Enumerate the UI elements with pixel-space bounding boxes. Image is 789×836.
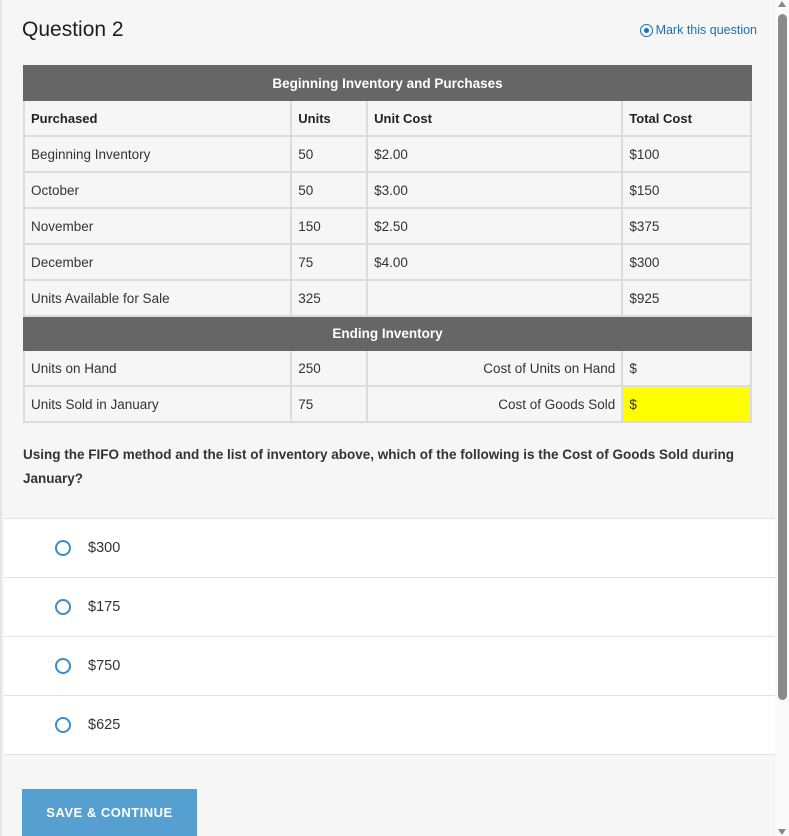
row-label: December xyxy=(22,243,293,281)
table-row: Beginning Inventory 50 $2.00 $100 xyxy=(22,135,752,173)
cost-of-goods-sold-label: Cost of Goods Sold xyxy=(366,385,624,423)
cost-units-on-hand-label: Cost of Units on Hand xyxy=(366,349,624,387)
row-unit-cost: $4.00 xyxy=(366,243,624,281)
scrollbar-thumb[interactable] xyxy=(778,14,787,700)
scroll-down-arrow-icon[interactable] xyxy=(778,829,786,835)
row-label: Units Available for Sale xyxy=(22,279,293,317)
answer-label: $750 xyxy=(88,658,121,674)
column-header-purchased: Purchased xyxy=(22,99,293,137)
cost-units-on-hand-value: $ xyxy=(621,349,752,387)
row-units: 150 xyxy=(290,207,369,245)
scroll-up-arrow-icon[interactable] xyxy=(778,1,786,7)
row-units: 50 xyxy=(290,135,369,173)
answer-option[interactable]: $175 xyxy=(4,578,775,637)
row-total-cost: $300 xyxy=(621,243,752,281)
table-row: November 150 $2.50 $375 xyxy=(22,207,752,245)
row-unit-cost xyxy=(366,279,624,317)
cost-of-goods-sold-value: $ xyxy=(621,385,752,423)
row-units: 325 xyxy=(290,279,369,317)
ending-row-label: Units on Hand xyxy=(22,349,293,387)
answer-option[interactable]: $300 xyxy=(4,519,775,578)
ending-row-label: Units Sold in January xyxy=(22,385,293,423)
table-row: October 50 $3.00 $150 xyxy=(22,171,752,209)
row-total-cost: $925 xyxy=(621,279,752,317)
answer-label: $625 xyxy=(88,717,121,733)
column-header-units: Units xyxy=(290,99,369,137)
mark-question-link[interactable]: Mark this question xyxy=(639,23,757,37)
section-header-row: Ending Inventory xyxy=(23,315,752,351)
ending-row: Units Sold in January 75 Cost of Goods S… xyxy=(22,385,752,423)
column-header-unit-cost: Unit Cost xyxy=(366,99,624,137)
row-label: November xyxy=(22,207,293,245)
table-row-total: Units Available for Sale 325 $925 xyxy=(22,279,752,317)
answer-label: $300 xyxy=(88,540,121,556)
row-unit-cost: $3.00 xyxy=(366,171,624,209)
answer-option[interactable]: $625 xyxy=(4,696,775,755)
ending-row-units: 250 xyxy=(290,349,369,387)
question-page: Question 2 Mark this question Beginning … xyxy=(0,0,775,836)
row-units: 75 xyxy=(290,243,369,281)
inventory-table: Beginning Inventory and Purchases Purcha… xyxy=(22,65,752,423)
table-row: December 75 $4.00 $300 xyxy=(22,243,752,281)
answer-label: $175 xyxy=(88,599,121,615)
column-header-row: Purchased Units Unit Cost Total Cost xyxy=(22,99,752,137)
answer-option[interactable]: $750 xyxy=(4,637,775,696)
section-header-purchases: Beginning Inventory and Purchases xyxy=(23,65,752,101)
ending-row-units: 75 xyxy=(290,385,369,423)
row-label: October xyxy=(22,171,293,209)
row-unit-cost: $2.00 xyxy=(366,135,624,173)
radio-button-icon[interactable] xyxy=(55,599,71,615)
row-total-cost: $375 xyxy=(621,207,752,245)
ending-row: Units on Hand 250 Cost of Units on Hand … xyxy=(22,349,752,387)
row-total-cost: $150 xyxy=(621,171,752,209)
radio-button-icon[interactable] xyxy=(55,658,71,674)
vertical-scrollbar[interactable] xyxy=(775,0,789,836)
radio-button-icon[interactable] xyxy=(55,717,71,733)
radio-button-icon[interactable] xyxy=(55,540,71,556)
section-header-ending-inventory: Ending Inventory xyxy=(23,315,752,351)
answer-options: $300 $175 $750 $625 xyxy=(4,518,775,755)
radio-dot-icon xyxy=(639,23,653,37)
section-header-row: Beginning Inventory and Purchases xyxy=(23,65,752,101)
save-continue-button[interactable]: SAVE & CONTINUE xyxy=(22,789,197,836)
row-units: 50 xyxy=(290,171,369,209)
question-title: Question 2 xyxy=(22,18,124,41)
row-total-cost: $100 xyxy=(621,135,752,173)
column-header-total-cost: Total Cost xyxy=(621,99,752,137)
question-text: Using the FIFO method and the list of in… xyxy=(23,447,734,486)
mark-question-label: Mark this question xyxy=(655,23,757,37)
row-unit-cost: $2.50 xyxy=(366,207,624,245)
row-label: Beginning Inventory xyxy=(22,135,293,173)
